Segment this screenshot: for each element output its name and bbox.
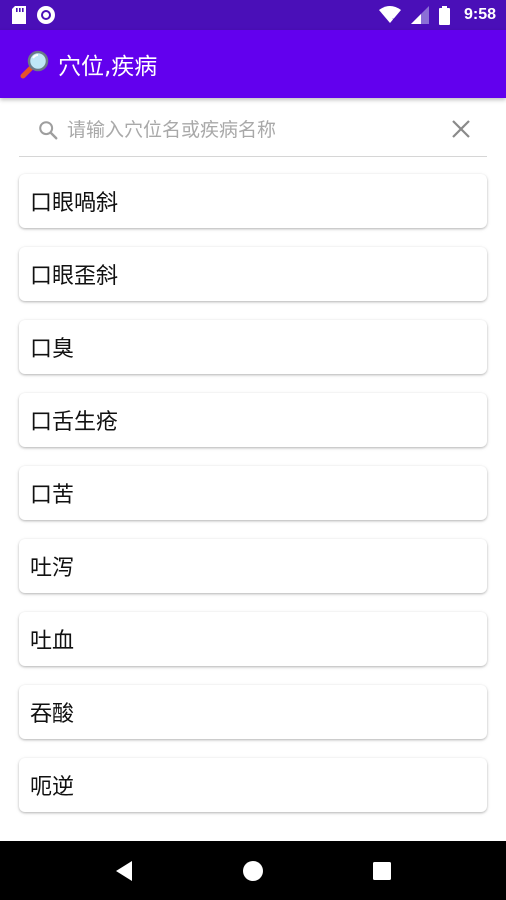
- list-item-label: 口苦: [30, 483, 75, 508]
- back-triangle-icon: [116, 860, 133, 881]
- list-item-label: 吞酸: [30, 702, 75, 727]
- list-item[interactable]: 口苦: [19, 466, 487, 520]
- list-item[interactable]: 口眼喎斜: [19, 174, 487, 228]
- list-item-label: 口臭: [30, 337, 75, 362]
- list-item[interactable]: 口眼歪斜: [19, 247, 487, 301]
- status-bar: x 9:58: [0, 0, 506, 30]
- battery-icon: [438, 5, 450, 25]
- home-circle-icon: [242, 860, 263, 881]
- list-item[interactable]: 口臭: [19, 320, 487, 374]
- back-button[interactable]: [104, 851, 144, 891]
- list-item-label: 吐血: [30, 629, 75, 654]
- page-title: 穴位,疾病: [58, 54, 158, 80]
- list-item[interactable]: 吞酸: [19, 685, 487, 739]
- home-button[interactable]: [233, 851, 273, 891]
- status-right: x 9:58: [378, 5, 496, 25]
- status-left: [12, 5, 56, 25]
- status-time: 9:58: [463, 6, 496, 23]
- sync-circle-icon: [37, 6, 55, 24]
- wifi-icon: x: [378, 6, 401, 24]
- sd-card-icon: [12, 6, 26, 24]
- list-item-label: 口舌生疮: [30, 410, 119, 435]
- list-item[interactable]: 吐泻: [19, 539, 487, 593]
- result-list: 口眼喎斜 口眼歪斜 口臭 口舌生疮 口苦 吐泻 吐血 吞酸 呃逆: [19, 174, 487, 831]
- list-item[interactable]: 呃逆: [19, 758, 487, 812]
- list-item-label: 口眼喎斜: [30, 191, 119, 216]
- magnifier-icon: [20, 50, 49, 79]
- recents-button[interactable]: [362, 851, 402, 891]
- list-item[interactable]: 吐血: [19, 612, 487, 666]
- list-item-label: 口眼歪斜: [30, 264, 119, 289]
- svg-text:x: x: [392, 16, 397, 24]
- search-input[interactable]: [67, 109, 437, 150]
- close-icon[interactable]: [449, 117, 473, 141]
- recents-square-icon: [372, 861, 391, 880]
- app-bar: 穴位,疾病: [0, 30, 506, 98]
- search-icon: [39, 120, 58, 139]
- cell-signal-icon: [410, 6, 429, 24]
- list-item[interactable]: 口舌生疮: [19, 393, 487, 447]
- list-item-label: 呃逆: [30, 775, 75, 800]
- list-item-label: 吐泻: [30, 556, 75, 581]
- search-bar: [19, 103, 487, 157]
- navigation-bar: [0, 841, 506, 900]
